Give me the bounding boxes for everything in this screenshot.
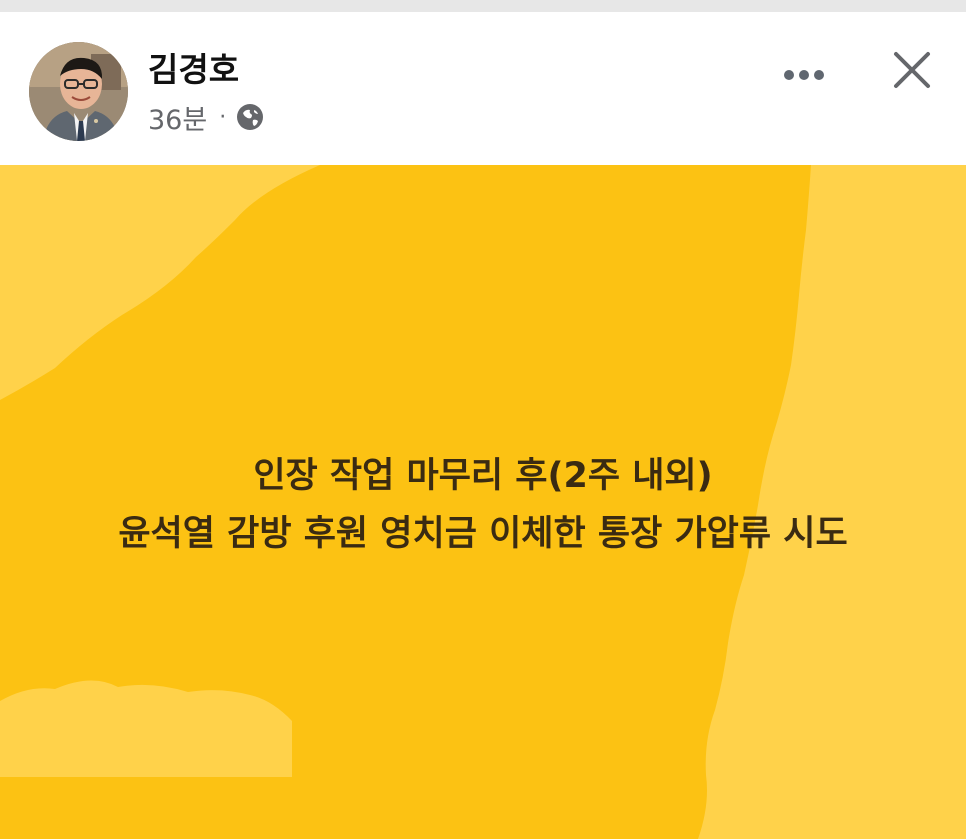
close-button[interactable] xyxy=(884,42,940,98)
more-options-button[interactable] xyxy=(778,58,830,92)
top-divider xyxy=(0,0,966,12)
author-name[interactable]: 김경호 xyxy=(148,50,239,90)
avatar-photo xyxy=(29,42,128,141)
post-meta: 36분 · xyxy=(148,98,264,137)
post-text-line-1: 인장 작업 마무리 후(2주 내외) xyxy=(253,456,713,496)
text-post-card: 인장 작업 마무리 후(2주 내외) 윤석열 감방 후원 영치금 이체한 통장 … xyxy=(0,165,966,839)
author-avatar[interactable] xyxy=(29,42,128,141)
post-text: 인장 작업 마무리 후(2주 내외) 윤석열 감방 후원 영치금 이체한 통장 … xyxy=(0,447,966,563)
globe-icon[interactable] xyxy=(236,103,264,131)
post-time[interactable]: 36분 xyxy=(148,98,207,137)
close-icon xyxy=(894,52,930,88)
more-horizontal-icon xyxy=(784,70,824,80)
post-text-line-2: 윤석열 감방 후원 영치금 이체한 통장 가압류 시도 xyxy=(118,514,848,554)
post-header: 김경호 36분 · xyxy=(0,12,966,165)
meta-separator: · xyxy=(219,104,227,130)
post-viewer: 김경호 36분 · 인장 작업 마무리 후(2주 내외) 윤석열 감방 후원 영… xyxy=(0,0,966,839)
